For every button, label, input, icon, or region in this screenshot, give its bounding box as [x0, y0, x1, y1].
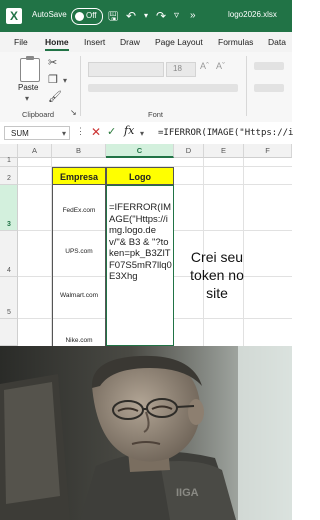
redo-icon[interactable]: ↷	[156, 8, 166, 24]
formula-input[interactable]: =IFERROR(IMAGE("Https://i	[158, 128, 293, 138]
tab-insert[interactable]: Insert	[84, 37, 105, 47]
row-header-4[interactable]: 4	[0, 231, 18, 277]
meme-illustration: IIGA	[0, 346, 292, 520]
more-options-icon[interactable]: ⋮	[76, 126, 85, 137]
row-header-6[interactable]	[0, 319, 18, 346]
column-header-f[interactable]: F	[244, 144, 292, 158]
autosave-state: Off	[86, 11, 97, 20]
save-icon[interactable]: 🖫	[108, 8, 118, 24]
cancel-icon[interactable]: ✕	[91, 125, 101, 139]
separator	[246, 56, 247, 116]
column-header-e[interactable]: E	[204, 144, 244, 158]
insert-function-icon[interactable]: fx	[124, 124, 134, 137]
company-cell[interactable]: Walmart.com	[52, 277, 106, 319]
company-cell[interactable]: Nike.com	[52, 319, 106, 346]
company-cell[interactable]: FedEx.com	[52, 185, 106, 231]
filter-icon[interactable]: ▿	[174, 8, 179, 24]
file-name: logo2026.xlsx	[228, 10, 277, 19]
chevron-down-icon[interactable]: ▾	[140, 129, 144, 138]
company-name: FedEx.com	[62, 207, 96, 215]
format-painter-icon[interactable]: 🖌	[48, 90, 62, 103]
name-box[interactable]: SUM	[4, 126, 70, 140]
autosave-toggle[interactable]: Off	[71, 8, 103, 25]
more-icon[interactable]: »	[190, 8, 196, 24]
shrink-font-icon[interactable]: Aˇ	[216, 61, 225, 71]
chevron-down-icon[interactable]: ▾	[25, 94, 29, 103]
company-name: UPS.com	[65, 247, 93, 255]
toggle-knob	[75, 12, 84, 21]
dialog-launcher-icon[interactable]: ↘	[70, 108, 77, 117]
title-bar: X AutoSave Off 🖫 ↶ ▾ ↷ ▿ » logo2026.xlsx	[0, 0, 292, 32]
select-all-corner[interactable]	[0, 144, 18, 158]
autosave-label: AutoSave	[32, 10, 67, 19]
tab-page-layout[interactable]: Page Layout	[155, 37, 203, 47]
undo-icon[interactable]: ↶	[126, 8, 136, 24]
meme-image: IIGA	[0, 346, 292, 520]
clipboard-group-label: Clipboard	[22, 110, 55, 119]
ribbon-tabs: File Home Insert Draw Page Layout Formul…	[0, 32, 292, 53]
meme-caption: Crei seu token no site	[190, 249, 244, 301]
font-format-buttons[interactable]	[88, 84, 238, 92]
column-header-b[interactable]: B	[52, 144, 106, 158]
tab-home[interactable]: Home	[45, 37, 69, 51]
row-header-1[interactable]: 1	[0, 157, 18, 167]
font-name-dropdown[interactable]	[88, 62, 164, 77]
company-name: Nike.com	[65, 336, 93, 344]
active-cell-c3[interactable]: =IFERROR(IMAGE("Https://img.logo.dev/"& …	[106, 185, 174, 346]
formula-bar: SUM ▾ ⋮ ✕ ✓ fx ▾ =IFERROR(IMAGE("Https:/…	[0, 122, 293, 145]
column-header-a[interactable]: A	[18, 144, 52, 158]
font-size-value: 18	[173, 64, 182, 73]
row-header-2[interactable]: 2	[0, 167, 18, 185]
font-size-dropdown[interactable]: 18	[166, 62, 196, 77]
row-header-3[interactable]: 3	[0, 185, 18, 231]
tab-data[interactable]: Data	[268, 37, 286, 47]
column-header-c[interactable]: C	[106, 144, 174, 158]
chevron-down-icon[interactable]: ▾	[62, 129, 66, 138]
excel-logo-icon: X	[6, 8, 22, 24]
separator	[80, 56, 81, 116]
header-logo[interactable]: Logo	[106, 167, 174, 185]
copy-icon[interactable]: ❐	[48, 73, 58, 86]
enter-icon[interactable]: ✓	[107, 125, 116, 138]
ribbon: Paste ▾ ✂ ❐ ▾ 🖌 Clipboard ↘ 18 Aˆ Aˇ Fon…	[0, 52, 292, 123]
paste-icon[interactable]	[20, 56, 40, 82]
font-group-label: Font	[148, 110, 164, 119]
cell-formula-text: =IFERROR(IMAGE("Https://img.logo.dev/"& …	[109, 202, 172, 282]
chevron-down-icon[interactable]: ▾	[63, 76, 67, 85]
company-cell[interactable]: UPS.com	[52, 231, 106, 277]
alignment-buttons[interactable]	[254, 62, 284, 70]
svg-text:IIGA: IIGA	[176, 487, 199, 499]
column-header-d[interactable]: D	[174, 144, 204, 158]
grow-font-icon[interactable]: Aˆ	[200, 61, 209, 71]
paste-button[interactable]: Paste	[18, 83, 38, 92]
chevron-down-icon[interactable]: ▾	[144, 8, 148, 24]
tab-formulas[interactable]: Formulas	[218, 37, 253, 47]
tab-file[interactable]: File	[14, 37, 28, 47]
header-empresa[interactable]: Empresa	[52, 167, 106, 185]
cut-icon[interactable]: ✂	[48, 56, 57, 69]
alignment-buttons[interactable]	[254, 84, 284, 92]
tab-draw[interactable]: Draw	[120, 37, 140, 47]
row-header-5[interactable]: 5	[0, 277, 18, 319]
company-name: Walmart.com	[59, 292, 99, 300]
